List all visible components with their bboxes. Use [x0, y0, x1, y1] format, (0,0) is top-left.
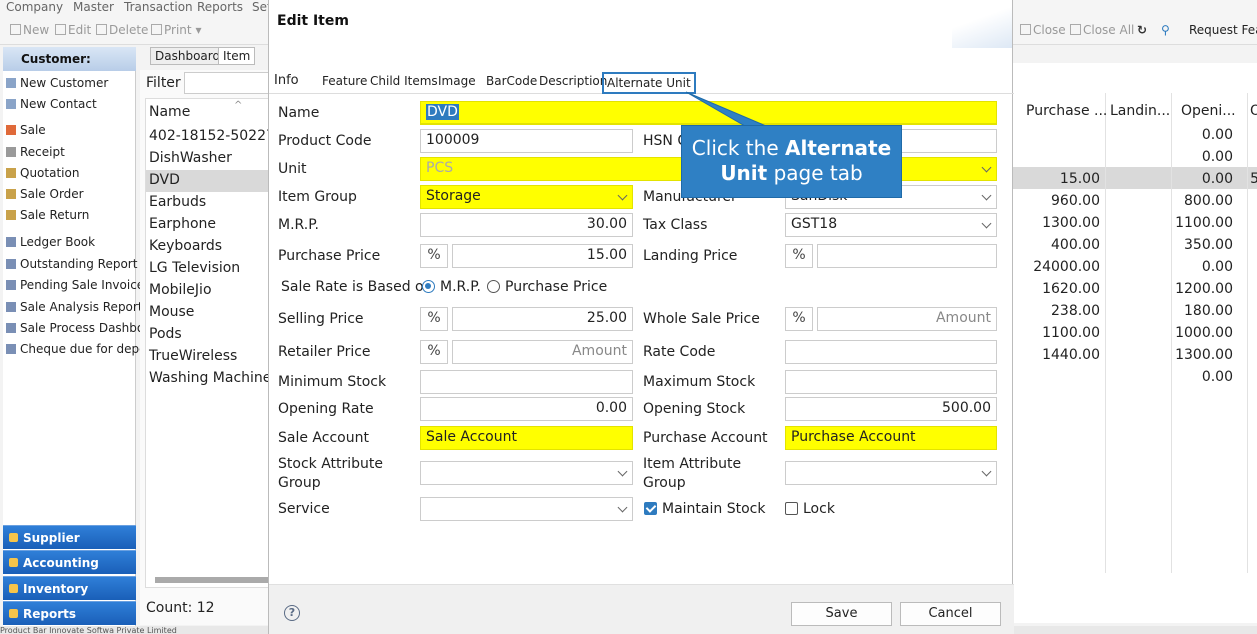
callout-bold-alternate: Alternate — [785, 136, 892, 160]
callout-prefix: Click the — [691, 136, 785, 160]
callout-pointer — [685, 91, 767, 127]
tutorial-callout: Click the Alternate Unit page tab — [681, 125, 902, 198]
callout-bold-unit: Unit — [720, 161, 768, 185]
callout-suffix: page tab — [767, 161, 863, 185]
